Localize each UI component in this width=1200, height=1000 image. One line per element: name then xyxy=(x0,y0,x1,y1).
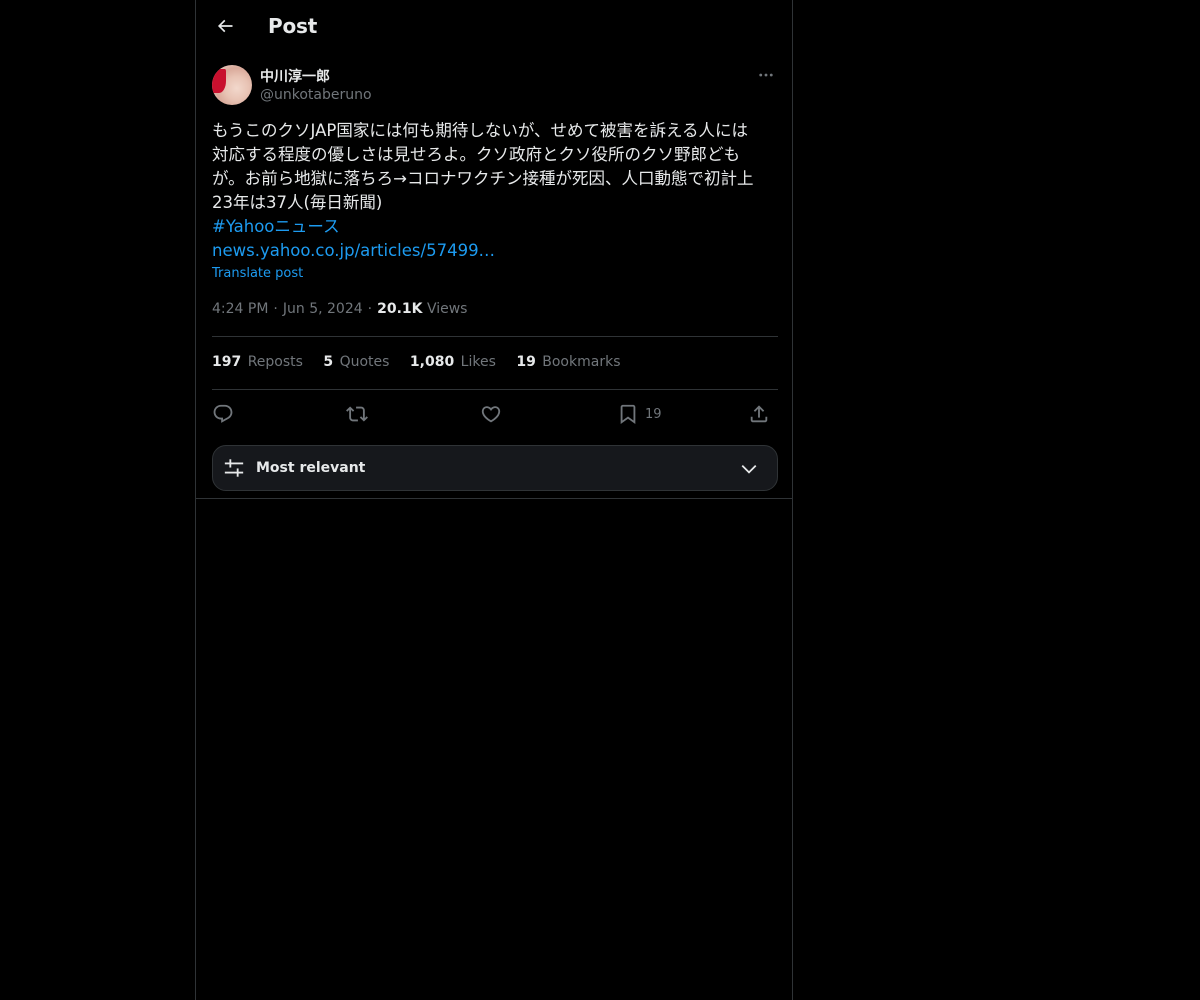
views-count: 20.1K xyxy=(377,301,423,317)
top-bar: Post xyxy=(196,0,792,53)
tweet-meta: 4:24 PM · Jun 5, 2024 · 20.1K Views xyxy=(212,301,467,317)
likes-count: 1,080 xyxy=(409,354,455,370)
tweet-text-line: が。お前ら地獄に落ちろ→コロナワクチン接種が死因、人口動態で初計上 xyxy=(212,169,754,188)
page-title: Post xyxy=(268,14,318,38)
author-handle[interactable]: @unkotaberuno xyxy=(260,87,372,103)
reposts-label: Reposts xyxy=(247,354,303,370)
meta-separator: · xyxy=(273,301,278,317)
back-button[interactable] xyxy=(208,9,242,43)
avatar[interactable] xyxy=(212,65,252,105)
author-display-name[interactable]: 中川淳一郎 xyxy=(260,66,330,86)
quotes-count: 5 xyxy=(323,354,334,370)
views-label: Views xyxy=(426,301,468,317)
reply-sort-dropdown[interactable]: Most relevant xyxy=(212,445,778,491)
reply-button[interactable] xyxy=(212,398,234,430)
bookmarks-stat[interactable]: 19 Bookmarks xyxy=(516,354,620,370)
sort-label: Most relevant xyxy=(256,460,366,476)
share-icon xyxy=(750,405,768,423)
reposts-count: 197 xyxy=(212,354,242,370)
reposts-stat[interactable]: 197 Reposts xyxy=(212,354,303,370)
post-detail-column: Post 中川淳一郎 @unkotaberuno もうこのクソJAP国家には何も… xyxy=(195,0,793,1000)
quotes-label: Quotes xyxy=(339,354,390,370)
bookmark-icon xyxy=(620,404,636,425)
action-bar: 19 xyxy=(212,398,778,430)
article-link[interactable]: news.yahoo.co.jp/articles/57499… xyxy=(212,239,778,263)
meta-separator: · xyxy=(367,301,373,317)
tweet-text-line: 23年は37人(毎日新聞) xyxy=(212,193,383,212)
repost-button[interactable] xyxy=(346,398,368,430)
tweet-body: もうこのクソJAP国家には何も期待しないが、せめて被害を訴える人には 対応する程… xyxy=(212,119,778,263)
repost-icon xyxy=(346,406,368,422)
bookmarks-label: Bookmarks xyxy=(542,354,621,370)
share-button[interactable] xyxy=(748,398,770,430)
tweet-text-line: もうこのクソJAP国家には何も期待しないが、せめて被害を訴える人には xyxy=(212,121,748,140)
more-horizontal-icon xyxy=(759,73,773,77)
translate-post-link[interactable]: Translate post xyxy=(212,266,303,281)
bookmarks-count: 19 xyxy=(516,354,536,370)
bookmark-count: 19 xyxy=(645,406,662,422)
chevron-down-icon xyxy=(741,464,757,474)
likes-stat[interactable]: 1,080 Likes xyxy=(410,354,496,370)
engagement-stats: 197 Reposts 5 Quotes 1,080 Likes 19 Book… xyxy=(212,354,636,370)
arrow-left-icon xyxy=(217,19,233,33)
likes-label: Likes xyxy=(460,354,496,370)
sliders-icon xyxy=(224,459,244,477)
section-divider xyxy=(196,498,792,499)
like-button[interactable] xyxy=(480,398,502,430)
tweet-date[interactable]: Jun 5, 2024 xyxy=(283,301,363,317)
more-options-button[interactable] xyxy=(754,64,778,86)
hashtag-link[interactable]: #Yahooニュース xyxy=(212,215,778,239)
reply-icon xyxy=(213,404,233,423)
divider xyxy=(212,389,778,390)
divider xyxy=(212,336,778,337)
tweet-text-line: 対応する程度の優しさは見せろよ。クソ政府とクソ役所のクソ野郎ども xyxy=(212,145,740,164)
tweet-time[interactable]: 4:24 PM xyxy=(212,301,268,317)
heart-icon xyxy=(481,406,501,423)
avatar-hat-shape xyxy=(212,69,226,93)
quotes-stat[interactable]: 5 Quotes xyxy=(323,354,389,370)
bookmark-button[interactable]: 19 xyxy=(617,398,662,430)
